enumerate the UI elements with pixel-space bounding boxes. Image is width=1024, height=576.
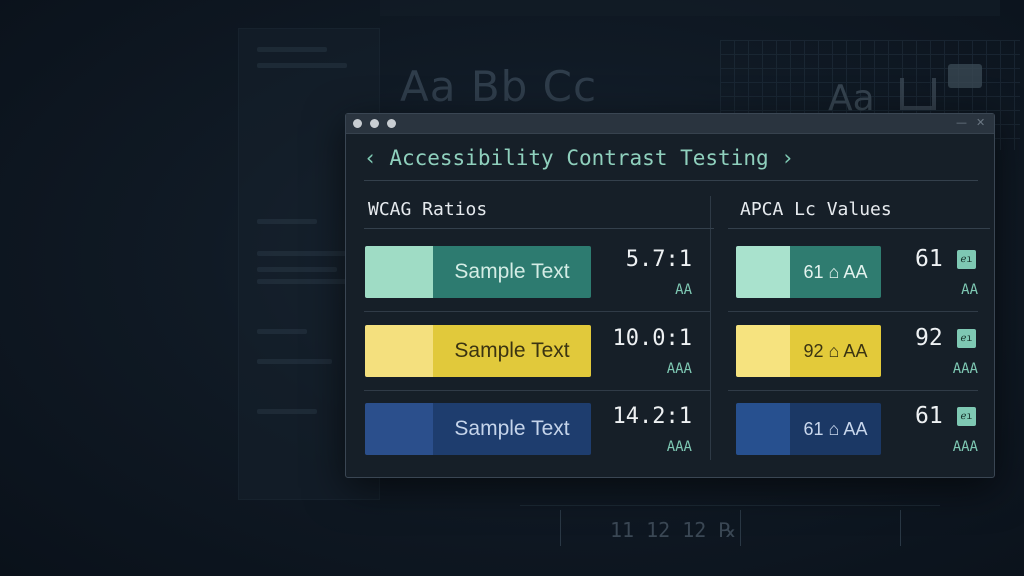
close-icon[interactable]: ✕ [976, 116, 985, 129]
contrast-ratio: 14.2:1 [612, 404, 692, 429]
row-separator [728, 311, 978, 312]
apca-level-badge: AAA [952, 361, 978, 377]
wcag-sample-swatch[interactable]: Sample Text [365, 403, 591, 455]
page-title: Accessibility Contrast Testing [389, 146, 769, 170]
row-separator [364, 390, 710, 391]
apca-lc-value: 61 [915, 246, 943, 272]
background-ruler-text: 11 12 12 ℞ [610, 518, 737, 542]
background-bar [257, 219, 317, 224]
background-ruler-tick [560, 510, 561, 546]
swatch-background-color [736, 246, 790, 298]
column-divider [710, 196, 711, 460]
wcag-level-badge: AAA [666, 439, 692, 455]
background-bar [257, 47, 327, 52]
wcag-sample-swatch[interactable]: Sample Text [365, 246, 591, 298]
page-header: ‹ Accessibility Contrast Testing › [364, 146, 978, 181]
apca-sample-swatch[interactable]: 61 ⌂ AA [736, 403, 881, 455]
apca-sample-label: 61 ⌂ AA [790, 246, 881, 298]
swatch-background-color [365, 403, 433, 455]
apca-lc-value: 61 [915, 403, 943, 429]
back-chevron-icon[interactable]: ‹ [364, 146, 377, 170]
background-window-shape [948, 64, 982, 88]
window-titlebar[interactable]: — ✕ [346, 114, 994, 134]
background-bar [257, 329, 307, 334]
window-minimize-dot[interactable] [370, 119, 379, 128]
background-bar [257, 409, 317, 414]
wcag-section-title: WCAG Ratios [364, 198, 714, 229]
background-ruler-tick [900, 510, 901, 546]
minimize-icon[interactable]: — [956, 116, 967, 129]
background-bracket-shape [900, 78, 936, 110]
background-top-strip [380, 0, 1000, 16]
background-bar [257, 267, 337, 272]
forward-chevron-icon[interactable]: › [781, 146, 794, 170]
background-bar [257, 279, 347, 284]
wcag-sample-swatch[interactable]: Sample Text [365, 325, 591, 377]
apca-level-badge: AAA [952, 439, 978, 455]
wcag-level-badge: AAA [666, 361, 692, 377]
apca-badge-icon: ℯı [957, 407, 976, 426]
sample-text: Sample Text [433, 246, 591, 298]
apca-badge-icon: ℯı [957, 250, 976, 269]
window-maximize-dot[interactable] [387, 119, 396, 128]
swatch-background-color [365, 325, 433, 377]
apca-lc-value: 92 [915, 325, 943, 351]
apca-sample-swatch[interactable]: 61 ⌂ AA [736, 246, 881, 298]
swatch-background-color [736, 325, 790, 377]
sample-text: Sample Text [433, 325, 591, 377]
apca-badge-icon: ℯı [957, 329, 976, 348]
apca-section-title: APCA Lc Values [728, 198, 990, 229]
swatch-background-color [365, 246, 433, 298]
row-separator [728, 390, 978, 391]
background-bar [257, 359, 332, 364]
apca-sample-label: 61 ⌂ AA [790, 403, 881, 455]
sample-text: Sample Text [433, 403, 591, 455]
wcag-level-badge: AA [675, 282, 692, 298]
apca-level-badge: AA [961, 282, 978, 298]
swatch-background-color [736, 403, 790, 455]
apca-sample-swatch[interactable]: 92 ⌂ AA [736, 325, 881, 377]
background-type-specimen: Aa Bb Cc [400, 62, 598, 111]
contrast-ratio: 10.0:1 [612, 326, 692, 351]
background-bar [257, 251, 352, 256]
background-bar [257, 63, 347, 68]
contrast-testing-window: — ✕ ‹ Accessibility Contrast Testing › W… [345, 113, 995, 478]
apca-sample-label: 92 ⌂ AA [790, 325, 881, 377]
contrast-ratio: 5.7:1 [625, 247, 692, 272]
background-ruler-tick [740, 510, 741, 546]
row-separator [364, 311, 710, 312]
window-close-dot[interactable] [353, 119, 362, 128]
